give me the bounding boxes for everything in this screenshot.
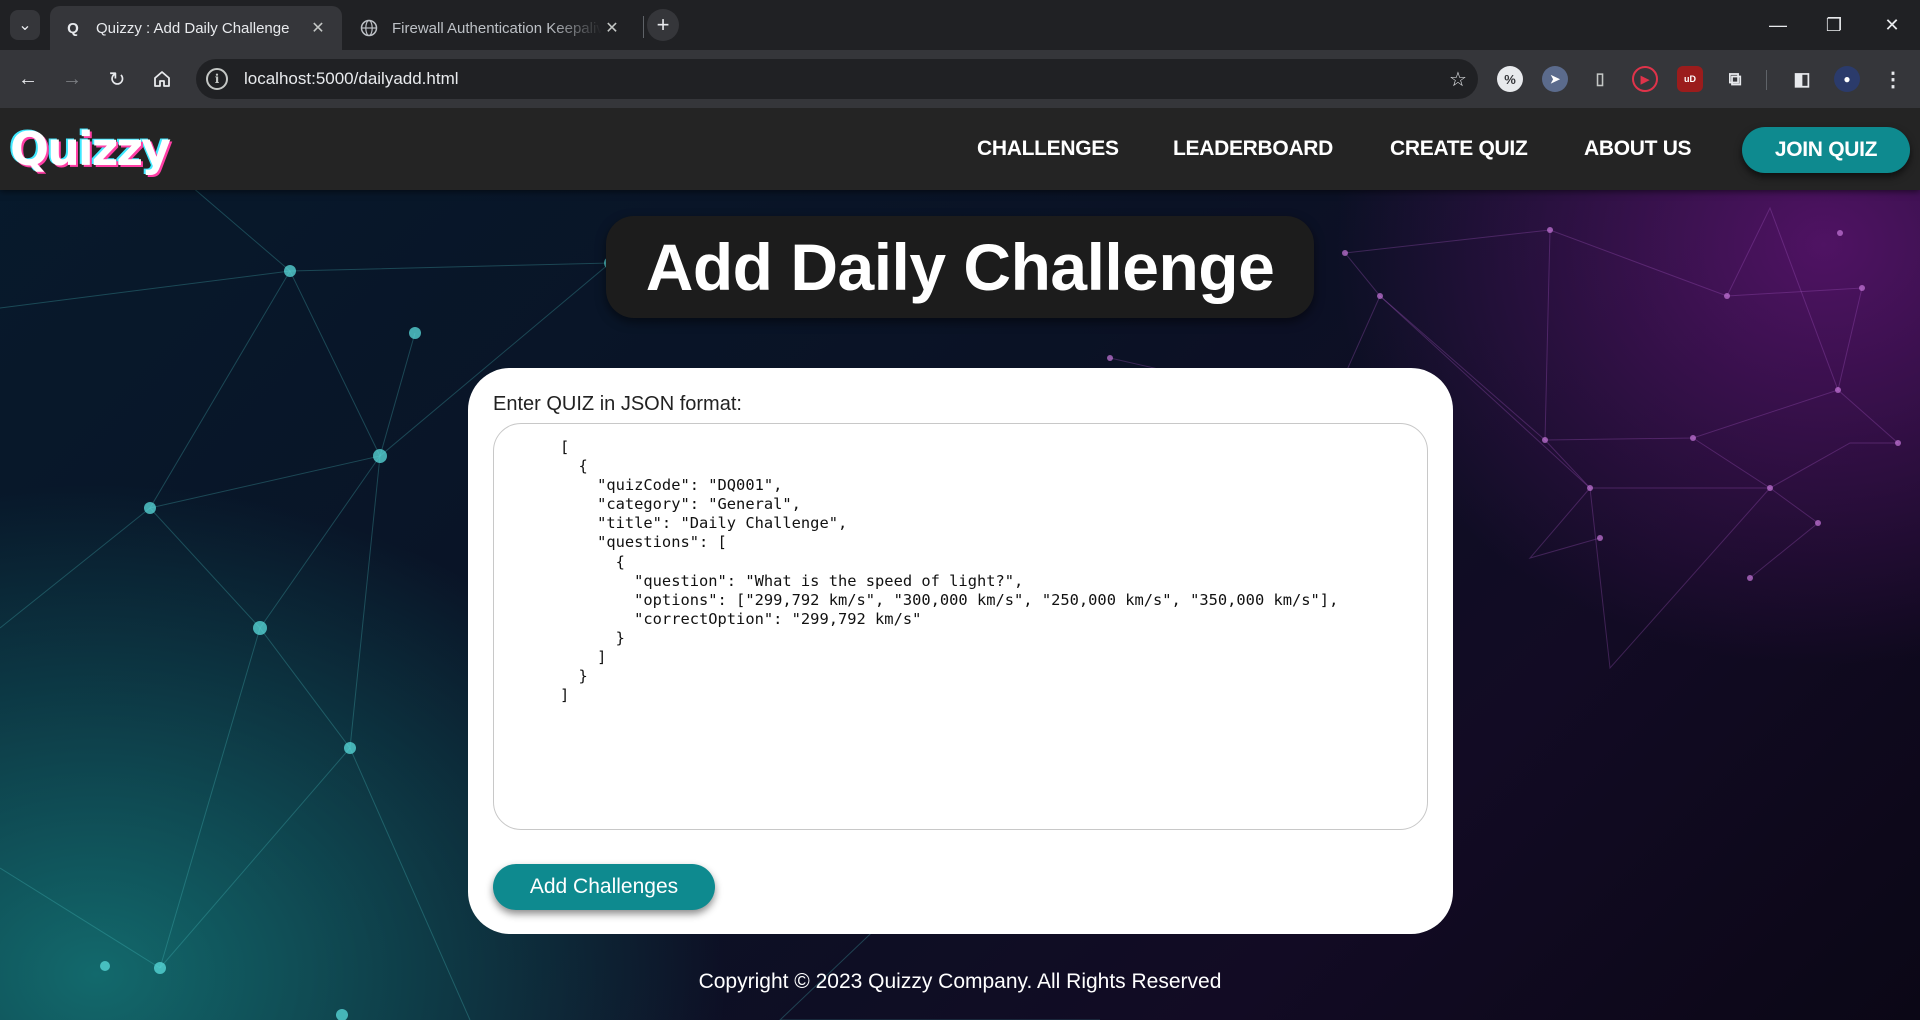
nav-link-create-quiz[interactable]: CREATE QUIZ bbox=[1390, 137, 1528, 161]
tab-title: Firewall Authentication Keepalive bbox=[392, 19, 602, 37]
bookmark-star-icon[interactable]: ☆ bbox=[1438, 67, 1478, 92]
reload-button[interactable]: ↻ bbox=[101, 63, 133, 95]
page-viewport: Quizzy CHALLENGES LEADERBOARD CREATE QUI… bbox=[0, 108, 1920, 1020]
quiz-json-form: Enter QUIZ in JSON format: [ { "quizCode… bbox=[468, 368, 1453, 934]
back-button[interactable]: ← bbox=[12, 63, 44, 95]
quiz-json-text[interactable]: [ { "quizCode": "DQ001", "category": "Ge… bbox=[560, 438, 1338, 705]
toolbar-divider bbox=[1766, 70, 1767, 90]
quizzy-favicon-icon: Q bbox=[67, 19, 79, 37]
page-heading-box: Add Daily Challenge bbox=[606, 216, 1314, 318]
tab-firewall-authentication[interactable]: Firewall Authentication Keepalive ✕ bbox=[346, 6, 636, 50]
nav-link-challenges[interactable]: CHALLENGES bbox=[977, 137, 1119, 161]
home-icon bbox=[154, 71, 170, 87]
site-navbar: Quizzy CHALLENGES LEADERBOARD CREATE QUI… bbox=[0, 108, 1920, 190]
globe-icon bbox=[360, 19, 378, 37]
url-text[interactable]: localhost:5000/dailyadd.html bbox=[244, 69, 1438, 89]
tab-quizzy-add-daily-challenge[interactable]: Q Quizzy : Add Daily Challenge ✕ bbox=[50, 6, 342, 50]
extension-device-icon[interactable]: ▯ bbox=[1587, 66, 1613, 92]
browser-tab-strip: ⌄ Q Quizzy : Add Daily Challenge ✕ Firew… bbox=[0, 0, 1920, 50]
tab-title: Quizzy : Add Daily Challenge bbox=[96, 19, 290, 37]
minimize-window-button[interactable]: — bbox=[1750, 0, 1806, 50]
new-tab-button[interactable]: + bbox=[647, 9, 679, 41]
close-tab-icon[interactable]: ✕ bbox=[308, 18, 328, 38]
tab-divider bbox=[643, 16, 644, 38]
profile-avatar-icon[interactable]: ● bbox=[1834, 66, 1860, 92]
join-quiz-button[interactable]: JOIN QUIZ bbox=[1742, 127, 1910, 173]
tab-search-button[interactable]: ⌄ bbox=[10, 10, 40, 40]
page-title: Add Daily Challenge bbox=[645, 230, 1275, 304]
site-info-icon[interactable]: i bbox=[206, 68, 228, 90]
extension-cursor-icon[interactable]: ➤ bbox=[1542, 66, 1568, 92]
browser-toolbar: ← → ↻ i localhost:5000/dailyadd.html ☆ %… bbox=[0, 50, 1920, 108]
extension-percent-icon[interactable]: % bbox=[1497, 66, 1523, 92]
address-bar[interactable]: i localhost:5000/dailyadd.html ☆ bbox=[196, 59, 1478, 99]
extension-play-icon[interactable]: ▶ bbox=[1632, 66, 1658, 92]
side-panel-icon[interactable]: ◧ bbox=[1789, 66, 1815, 92]
chevron-down-icon: ⌄ bbox=[18, 17, 32, 34]
reload-icon: ↻ bbox=[108, 68, 126, 91]
nav-link-leaderboard[interactable]: LEADERBOARD bbox=[1173, 137, 1333, 161]
close-tab-icon[interactable]: ✕ bbox=[602, 18, 622, 38]
quiz-json-textarea[interactable]: [ { "quizCode": "DQ001", "category": "Ge… bbox=[493, 423, 1428, 830]
more-menu-icon[interactable]: ⋮ bbox=[1880, 66, 1906, 92]
forward-button[interactable]: → bbox=[56, 63, 88, 95]
close-window-button[interactable]: ✕ bbox=[1864, 0, 1920, 50]
json-input-label: Enter QUIZ in JSON format: bbox=[493, 393, 742, 415]
arrow-left-icon: ← bbox=[18, 67, 38, 90]
restore-window-button[interactable]: ❐ bbox=[1806, 0, 1862, 50]
extensions-puzzle-icon[interactable]: ⧉ bbox=[1722, 66, 1748, 92]
arrow-right-icon: → bbox=[62, 67, 82, 90]
quizzy-logo[interactable]: Quizzy bbox=[10, 122, 171, 176]
nav-link-about-us[interactable]: ABOUT US bbox=[1584, 137, 1692, 161]
extension-ublock-icon[interactable]: uD bbox=[1677, 66, 1703, 92]
footer-copyright: Copyright © 2023 Quizzy Company. All Rig… bbox=[698, 970, 1222, 993]
home-button[interactable] bbox=[146, 63, 178, 95]
add-challenges-button[interactable]: Add Challenges bbox=[493, 864, 715, 910]
